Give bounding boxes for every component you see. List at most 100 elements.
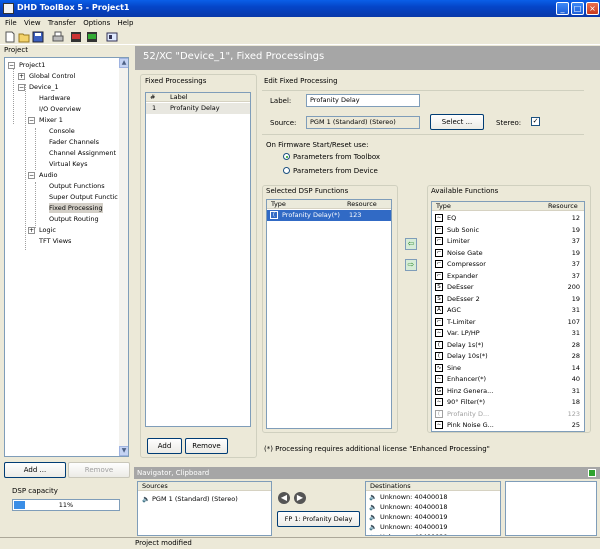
tree-node[interactable]: Audio [39,170,57,180]
list-item[interactable]: G Hinz Genera... 31 [432,386,584,397]
tree-node[interactable]: Global Control [29,71,75,81]
list-item[interactable]: ⌐ Limiter 37 [432,236,584,247]
destinations-list[interactable]: Destinations 🔈 Unknown: 40400018 🔈 Unknown:… [365,481,501,536]
tree-node[interactable]: Fader Channels [49,137,99,147]
expand-icon[interactable]: + [28,227,35,234]
tree-node[interactable]: Hardware [39,93,70,103]
tree-node[interactable]: Logic [39,225,56,235]
menu-help[interactable]: Help [117,17,133,29]
list-header: # Label [146,93,250,102]
list-item[interactable]: 🔈 PGM 1 (Standard) (Stereo) [138,494,271,505]
table-row[interactable]: 1 Profanity Delay [146,103,250,114]
col-type-header[interactable]: Type [436,202,451,211]
menu-file[interactable]: File [5,17,17,29]
fixed-processings-list[interactable]: # Label 1 Profanity Delay [145,92,251,427]
list-item[interactable]: (Profanity D... 123 [432,409,584,420]
radio-from-device[interactable] [283,167,290,174]
tree-node[interactable]: Fixed Processing [49,203,103,213]
tree-node[interactable]: Output Routing [49,214,99,224]
tree-node[interactable]: Console [49,126,75,136]
menu-view[interactable]: View [24,17,41,29]
tree-node[interactable]: Output Functions [49,181,105,191]
tree-node[interactable]: Channel Assignment [49,148,116,158]
divider [262,134,584,135]
minimize-button[interactable]: _ [556,2,569,15]
add-button[interactable]: Add ... [4,462,66,478]
close-button[interactable]: × [586,2,599,15]
view-icon[interactable] [106,31,118,43]
label-caption: Label: [270,97,292,105]
clipboard-panel[interactable] [505,481,597,536]
navigator-pin-icon[interactable] [588,469,596,477]
list-item[interactable]: ⌐ Sub Sonic 19 [432,225,584,236]
nav-forward-icon[interactable]: ▶ [294,492,306,504]
maximize-button[interactable]: □ [571,2,584,15]
open-folder-icon[interactable] [18,31,30,43]
label-input[interactable]: Profanity Delay [306,94,420,107]
list-item[interactable]: (Delay 10s(*) 28 [432,351,584,362]
new-file-icon[interactable] [4,31,16,43]
stereo-checkbox[interactable]: ✓ [531,117,540,126]
col-type-header[interactable]: Type [271,200,286,209]
list-item[interactable]: 🔈Unknown: 40400020 [366,532,500,535]
list-item[interactable]: ∼ Var. LP/HP 31 [432,328,584,339]
list-item[interactable]: S DeEsser 2 19 [432,294,584,305]
tree-node[interactable]: Mixer 1 [39,115,63,125]
download-icon[interactable] [70,31,82,43]
speaker-icon: 🔈 [369,532,377,535]
collapse-icon[interactable]: − [18,84,25,91]
collapse-icon[interactable]: − [28,172,35,179]
list-item[interactable]: ∼ 90° Filter(*) 18 [432,397,584,408]
select-source-button[interactable]: Select ... [430,114,484,130]
menu-options[interactable]: Options [83,17,110,29]
selected-dsp-list[interactable]: Type Resource ( Profanity Delay(*) 123 [266,199,392,429]
save-icon[interactable] [32,31,44,43]
table-row[interactable]: ( Profanity Delay(*) 123 [267,210,391,221]
collapse-icon[interactable]: − [8,62,15,69]
radio-from-toolbox[interactable] [283,153,290,160]
col-label-header[interactable]: Label [170,93,188,102]
tree-node[interactable]: Virtual Keys [49,159,87,169]
upload-icon[interactable] [86,31,98,43]
list-item[interactable]: S DeEsser 200 [432,282,584,293]
list-item[interactable]: ⌐ T-Limiter 107 [432,317,584,328]
scroll-up-icon[interactable]: ▲ [119,58,128,68]
col-resource-header[interactable]: Resource [347,200,377,209]
list-item[interactable]: ∿ Sine 14 [432,363,584,374]
tree-node[interactable]: Device_1 [29,82,59,92]
tree-node[interactable]: Project1 [19,60,45,70]
radio-from-toolbox-label[interactable]: Parameters from Toolbox [293,153,380,161]
list-item[interactable]: ⌐ Compressor 37 [432,259,584,270]
fixed-add-button[interactable]: Add [147,438,182,454]
print-icon[interactable] [52,31,64,43]
tree-node[interactable]: I/O Overview [39,104,81,114]
nav-back-icon[interactable]: ◀ [278,492,290,504]
scroll-down-icon[interactable]: ▼ [119,446,128,456]
sources-list[interactable]: Sources 🔈 PGM 1 (Standard) (Stereo) [137,481,272,536]
menu-transfer[interactable]: Transfer [48,17,76,29]
move-right-icon[interactable]: ⇨ [405,259,417,271]
list-item[interactable]: ⌐ Expander 37 [432,271,584,282]
list-item[interactable]: (Delay 1s(*) 28 [432,340,584,351]
collapse-icon[interactable]: − [28,117,35,124]
fixed-remove-button[interactable]: Remove [185,438,228,454]
radio-from-device-label[interactable]: Parameters from Device [293,167,378,175]
available-functions-list[interactable]: Type Resource ∼ EQ 12 ⌐ Sub Sonic 19 ⌐ Limiter 3… [431,201,585,432]
fp-profanity-delay-button[interactable]: FP 1: Profanity Delay [277,511,360,527]
tree-scrollbar[interactable]: ▲ ▼ [119,58,128,456]
tree-node[interactable]: Super Output Functic [49,192,118,202]
list-item[interactable]: ∼ Pink Noise G... 25 [432,420,584,431]
list-item[interactable]: A AGC 31 [432,305,584,316]
subsonic-icon: ⌐ [435,225,443,234]
list-item[interactable]: ∼ EQ 12 [432,213,584,224]
col-resource-header[interactable]: Resource [548,202,578,211]
col-num-header[interactable]: # [150,93,155,102]
move-left-icon[interactable]: ⇦ [405,238,417,250]
function-resource: 31 [571,306,580,314]
expand-icon[interactable]: + [18,73,25,80]
project-tree[interactable]: Project1− Global Control + Device_1− Hardwar… [4,57,129,457]
title-bar[interactable]: DHD ToolBox 5 - Project1 _ □ × [0,0,600,17]
list-item[interactable]: ⌐ Noise Gate 19 [432,248,584,259]
list-item[interactable]: ∼ Enhancer(*) 40 [432,374,584,385]
tree-node[interactable]: TFT Views [39,236,71,246]
